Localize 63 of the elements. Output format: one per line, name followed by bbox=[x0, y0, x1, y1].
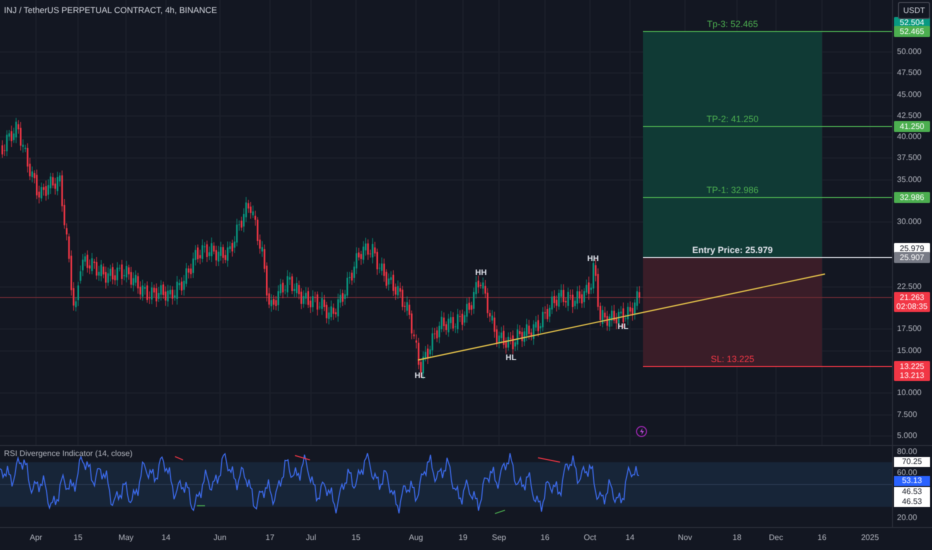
level-label: Tp-3: 52.465 bbox=[706, 19, 760, 30]
pattern-label: HL bbox=[618, 322, 628, 332]
level-label: TP-1: 32.986 bbox=[705, 185, 760, 196]
level-label: TP-2: 41.250 bbox=[705, 114, 760, 125]
price-value: 52.465 bbox=[900, 27, 924, 36]
time-tick: Jul bbox=[306, 533, 316, 543]
price-tick: 30.000 bbox=[897, 217, 922, 227]
time-tick: 19 bbox=[458, 533, 468, 543]
lightning-icon[interactable] bbox=[636, 426, 647, 437]
chart-title: INJ / TetherUS PERPETUAL CONTRACT, 4h, BINANCE bbox=[4, 5, 218, 16]
price-tick: 22.500 bbox=[897, 282, 922, 292]
time-tick: Sep bbox=[492, 533, 506, 543]
price-tick: 7.500 bbox=[897, 410, 918, 420]
price-value: 41.250 bbox=[900, 122, 924, 131]
time-tick: 15 bbox=[352, 533, 360, 543]
price-tick: 45.000 bbox=[897, 90, 922, 100]
price-value: 52.504 bbox=[900, 18, 924, 27]
price-value: 13.225 bbox=[900, 362, 924, 371]
time-tick: Aug bbox=[408, 533, 424, 543]
price-tick: 10.000 bbox=[897, 388, 922, 398]
indicator-title: RSI Divergence Indicator (14, close) bbox=[4, 449, 132, 459]
price-tick: 17.500 bbox=[897, 324, 922, 334]
rsi-badge: 46.53 bbox=[894, 487, 930, 497]
rsi-badge: 46.53 bbox=[894, 497, 930, 507]
time-tick: 16 bbox=[818, 533, 826, 543]
time-tick: 16 bbox=[540, 533, 550, 543]
time-tick: 14 bbox=[626, 533, 634, 543]
time-tick: Nov bbox=[678, 533, 692, 543]
countdown: 02:08:35 bbox=[896, 302, 928, 311]
time-tick: Oct bbox=[584, 533, 596, 543]
price-value: 25.907 bbox=[900, 253, 924, 262]
time-tick: 18 bbox=[732, 533, 742, 543]
price-tick: 42.500 bbox=[897, 111, 922, 121]
price-tick: 15.000 bbox=[897, 346, 922, 356]
price-value: 25.979 bbox=[900, 244, 924, 253]
price-tick: 35.000 bbox=[897, 175, 922, 185]
time-tick: 17 bbox=[266, 533, 274, 543]
time-tick: 15 bbox=[74, 533, 82, 543]
time-tick: 2025 bbox=[861, 533, 879, 543]
level-label: Entry Price: 25.979 bbox=[691, 245, 774, 256]
rsi-tick: 60.00 bbox=[897, 468, 918, 477]
time-tick: Jun bbox=[214, 533, 226, 543]
price-tick: 37.500 bbox=[897, 153, 922, 163]
time-tick: Dec bbox=[768, 533, 784, 543]
rsi-tick: 20.00 bbox=[897, 513, 918, 523]
rsi-badge: 53.13 bbox=[894, 476, 930, 486]
pattern-label: HL bbox=[506, 353, 516, 363]
price-value: 21.263 bbox=[900, 293, 924, 302]
time-tick: May bbox=[118, 533, 134, 543]
rsi-tick: 80.00 bbox=[897, 447, 918, 457]
level-label: SL: 13.225 bbox=[710, 354, 756, 365]
time-tick: 14 bbox=[162, 533, 170, 543]
pattern-label: HH bbox=[475, 268, 487, 278]
currency-button[interactable]: USDT bbox=[898, 2, 930, 19]
price-value: 13.213 bbox=[900, 371, 924, 380]
rsi-badge: 70.25 bbox=[894, 457, 930, 467]
price-tick: 50.000 bbox=[897, 47, 922, 57]
pattern-label: HH bbox=[587, 254, 599, 264]
price-tick: 5.000 bbox=[897, 431, 918, 441]
price-tick: 47.500 bbox=[897, 68, 922, 78]
price-tick: 40.000 bbox=[897, 132, 922, 142]
price-value: 32.986 bbox=[900, 193, 924, 202]
time-tick: Apr bbox=[30, 533, 42, 543]
